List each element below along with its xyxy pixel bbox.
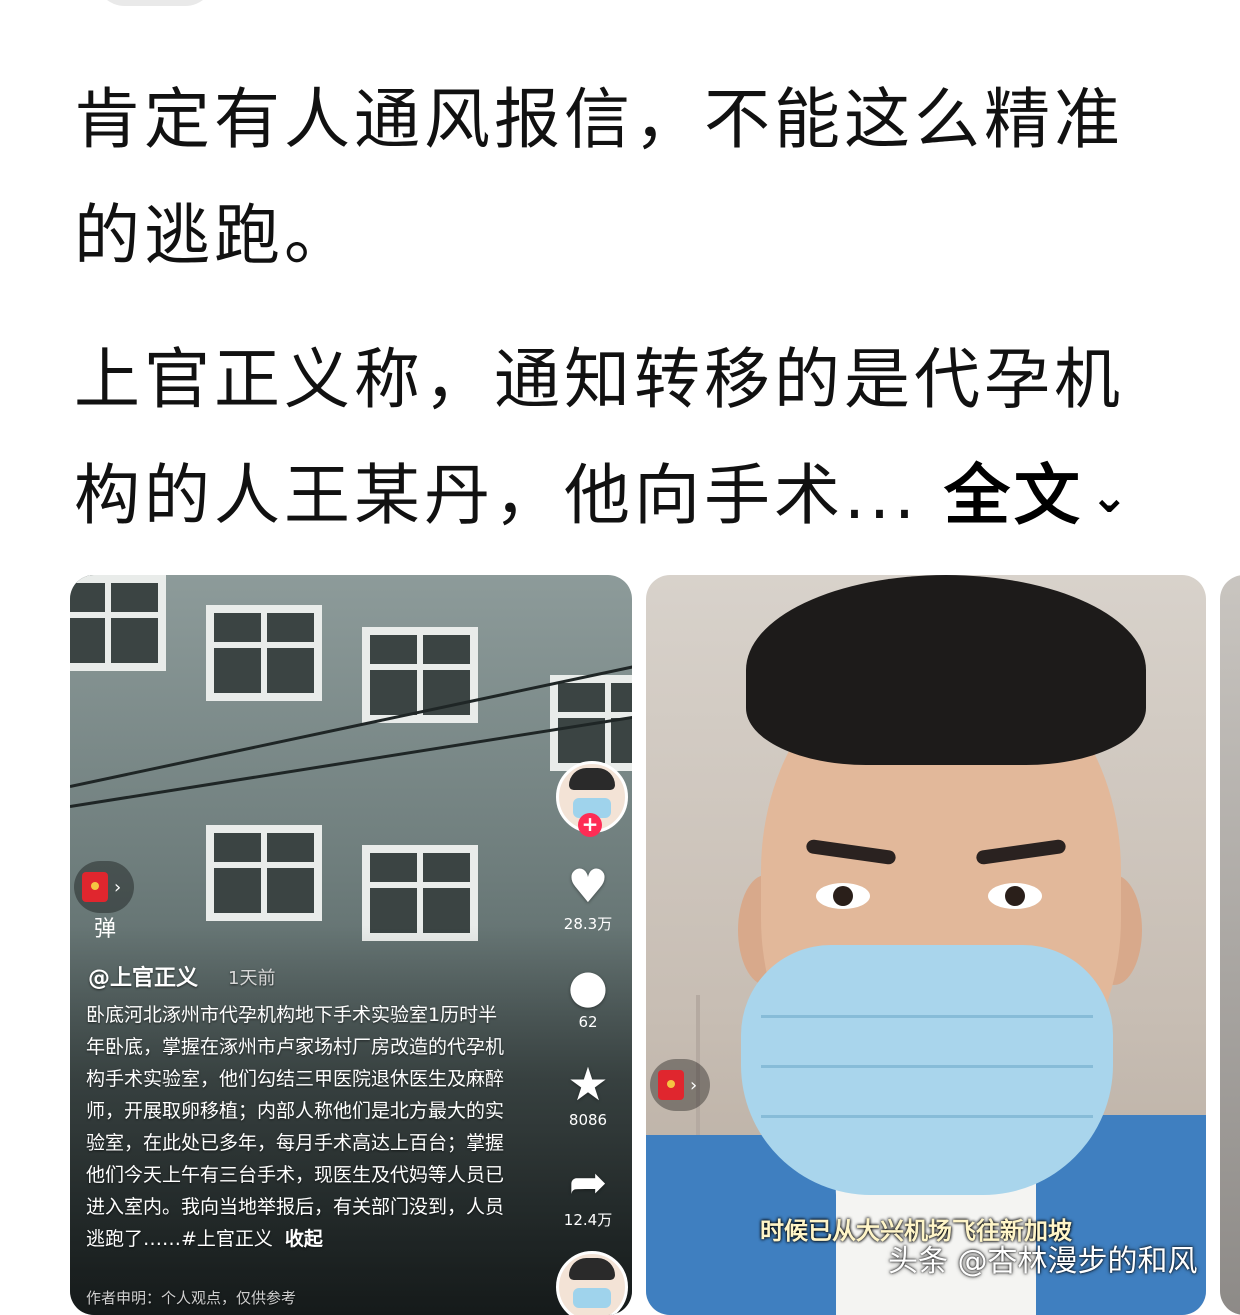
like-action[interactable]: ♥ 28.3万: [548, 861, 628, 934]
post-paragraph-2: 上官正义称，通知转移的是代孕机构的人王某丹，他向手术... 全文 ⌄: [74, 322, 1184, 554]
red-envelope-pill[interactable]: ›: [74, 861, 134, 913]
person-hair: [746, 575, 1146, 765]
chevron-right-icon: ›: [114, 876, 122, 898]
expand-full-text-link[interactable]: 全文 ⌄: [944, 457, 1133, 534]
video-username[interactable]: @上官正义: [88, 960, 198, 992]
favorite-action[interactable]: ★ 8086: [548, 1059, 628, 1129]
video-screenshot-partial[interactable]: [1220, 575, 1240, 1315]
video-screenshot-person[interactable]: › 时候已从大兴机场飞往新加坡: [646, 575, 1206, 1315]
music-disc-avatar[interactable]: [556, 1251, 628, 1315]
mask-pleat: [761, 1115, 1093, 1118]
heart-icon: ♥: [567, 859, 609, 913]
toutiao-watermark: 头条 @杏林漫步的和风: [888, 1244, 1198, 1279]
avatar-hair: [569, 768, 615, 790]
expand-label: 全文: [943, 457, 1084, 534]
comment-icon: ●: [567, 959, 609, 1013]
chevron-down-icon: ⌄: [1089, 469, 1133, 523]
mask-pleat: [761, 1015, 1093, 1018]
right-eye: [988, 883, 1042, 909]
building-window: [70, 575, 166, 671]
comment-count: 62: [578, 1013, 598, 1031]
favorite-count: 8086: [568, 1111, 608, 1129]
mask-pleat: [761, 1065, 1093, 1068]
post-paragraph-1: 肯定有人通风报信，不能这么精准的逃跑。: [74, 81, 1124, 274]
avatar-mask: [573, 1288, 611, 1308]
comment-action[interactable]: ● 62: [548, 961, 628, 1031]
collapse-caption-link[interactable]: 收起: [285, 1228, 323, 1250]
video-caption: 卧底河北涿州市代孕机构地下手术实验室1历时半年卧底，掌握在涿州市卢家场村厂房改造…: [86, 999, 506, 1255]
share-icon: ➦: [568, 1155, 608, 1209]
left-eye: [816, 883, 870, 909]
red-envelope-pill[interactable]: ›: [650, 1059, 710, 1111]
star-icon: ★: [567, 1057, 609, 1111]
post-body: 肯定有人通风报信，不能这么精准的逃跑。 上官正义称，通知转移的是代孕机构的人王某…: [74, 62, 1184, 554]
share-action[interactable]: ➦ 12.4万: [548, 1157, 628, 1230]
follow-plus-button[interactable]: +: [578, 813, 602, 837]
danmu-toggle[interactable]: 弹: [94, 911, 116, 943]
like-count: 28.3万: [563, 915, 613, 933]
red-envelope-icon: [82, 872, 108, 902]
building-window: [362, 627, 478, 723]
video-time-ago: 1天前: [228, 968, 276, 989]
author-statement: 作者申明：个人观点，仅供参考: [86, 1289, 297, 1307]
video-screenshot-building[interactable]: › 弹 + ♥ 28.3万 ● 62 ★ 8086 ➦ 12.4万 @上官正义 …: [70, 575, 632, 1315]
chevron-right-icon: ›: [690, 1074, 698, 1096]
video-caption-text: 卧底河北涿州市代孕机构地下手术实验室1历时半年卧底，掌握在涿州市卢家场村厂房改造…: [86, 1004, 505, 1250]
red-envelope-icon: [658, 1070, 684, 1100]
face-mask: [741, 945, 1113, 1195]
author-avatar-partial[interactable]: [95, 0, 215, 6]
avatar-hair: [569, 1258, 615, 1280]
power-line: [70, 660, 632, 788]
share-count: 12.4万: [563, 1211, 613, 1229]
building-window: [206, 605, 322, 701]
building-window: [206, 825, 322, 921]
